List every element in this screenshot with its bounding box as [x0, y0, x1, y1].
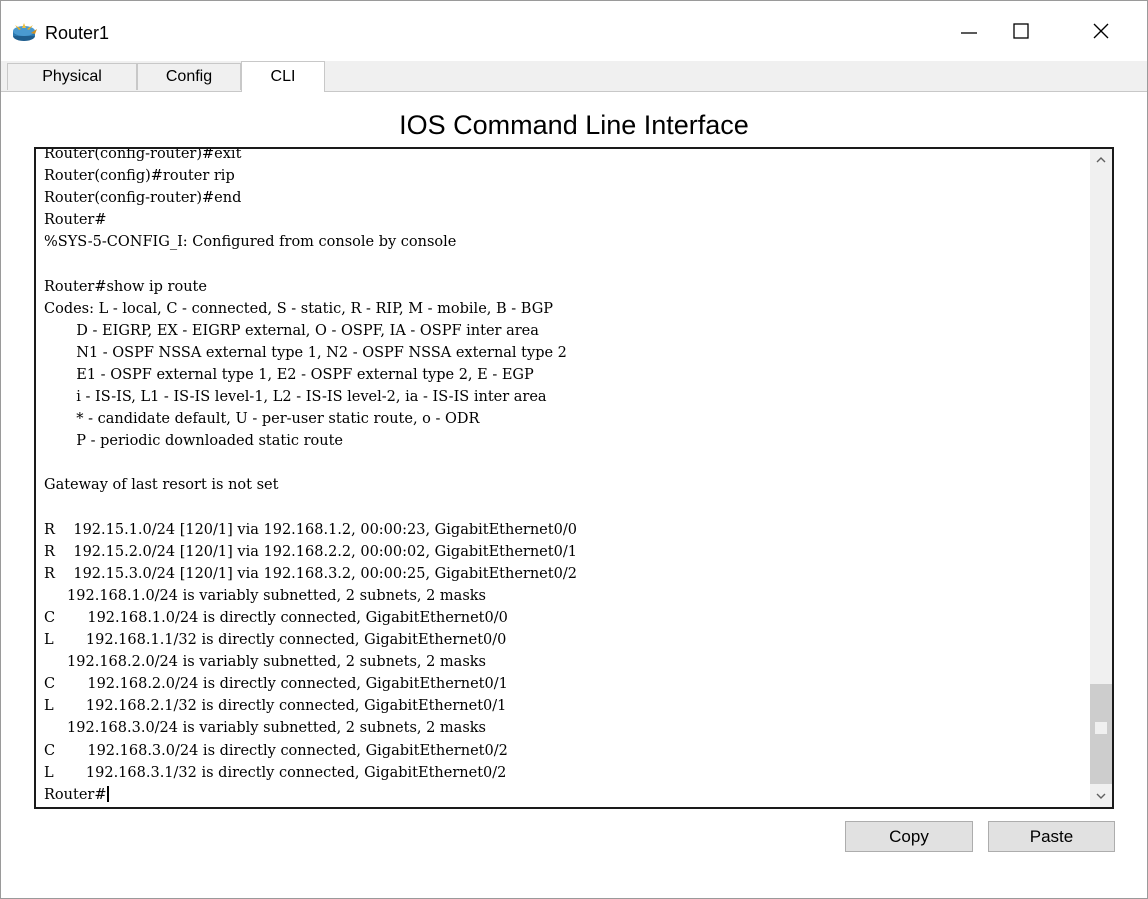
terminal-line: Router# — [44, 212, 107, 229]
scroll-thumb[interactable] — [1090, 684, 1112, 784]
maximize-icon — [1013, 23, 1029, 39]
scroll-down-button[interactable] — [1090, 785, 1112, 807]
router-icon — [11, 21, 39, 45]
tab-bar: Physical Config CLI — [1, 61, 1147, 92]
text-cursor — [107, 785, 109, 802]
terminal-line: Router(config-router)#exit — [44, 147, 242, 162]
copy-button[interactable]: Copy — [845, 821, 973, 852]
terminal-line: C 192.168.1.0/24 is directly connected, … — [44, 609, 508, 626]
terminal-line: R 192.15.1.0/24 [120/1] via 192.168.1.2,… — [44, 521, 577, 538]
paste-button[interactable]: Paste — [988, 821, 1115, 852]
terminal-line: i - IS-IS, L1 - IS-IS level-1, L2 - IS-I… — [44, 389, 547, 406]
terminal-line: R 192.15.3.0/24 [120/1] via 192.168.3.2,… — [44, 565, 577, 582]
terminal-line: 192.168.1.0/24 is variably subnetted, 2 … — [44, 587, 486, 604]
router-window: Router1 Physical Config CLI IOS Command … — [0, 0, 1148, 899]
scroll-up-button[interactable] — [1090, 149, 1112, 171]
terminal-line: L 192.168.1.1/32 is directly connected, … — [44, 632, 507, 649]
chevron-down-icon — [1096, 793, 1106, 799]
terminal-line: Gateway of last resort is not set — [44, 477, 279, 494]
maximize-button[interactable] — [995, 1, 1047, 61]
terminal-line: * - candidate default, U - per-user stat… — [44, 411, 480, 428]
terminal-line: %SYS-5-CONFIG_I: Configured from console… — [44, 234, 457, 251]
chevron-up-icon — [1096, 157, 1106, 163]
terminal-line: 192.168.3.0/24 is variably subnetted, 2 … — [44, 720, 486, 737]
minimize-icon — [961, 32, 977, 34]
tab-cli[interactable]: CLI — [241, 61, 325, 92]
title-bar[interactable]: Router1 — [1, 1, 1147, 61]
terminal-line: Router(config)#router rip — [44, 168, 235, 185]
scroll-thumb-grip — [1095, 722, 1107, 734]
terminal-line: E1 - OSPF external type 1, E2 - OSPF ext… — [44, 366, 534, 383]
terminal-line: N1 - OSPF NSSA external type 1, N2 - OSP… — [44, 344, 567, 361]
terminal-scrollbar[interactable] — [1090, 149, 1112, 807]
close-button[interactable] — [1075, 1, 1127, 61]
cli-panel: IOS Command Line Interface Router(config… — [1, 92, 1147, 898]
terminal-line: R 192.15.2.0/24 [120/1] via 192.168.2.2,… — [44, 543, 577, 560]
tab-config[interactable]: Config — [137, 63, 241, 90]
terminal-line: Router#show ip route — [44, 278, 207, 295]
cli-terminal[interactable]: Router(config-router)#exit Router(config)… — [34, 147, 1114, 809]
terminal-line: Router(config-router)#end — [44, 190, 242, 207]
close-icon — [1093, 23, 1109, 39]
terminal-prompt-line[interactable]: Router# — [44, 784, 1084, 806]
panel-title: IOS Command Line Interface — [399, 110, 749, 140]
terminal-line: L 192.168.2.1/32 is directly connected, … — [44, 698, 507, 715]
terminal-line: P - periodic downloaded static route — [44, 433, 343, 450]
tab-physical[interactable]: Physical — [7, 63, 137, 90]
terminal-prompt: Router# — [44, 786, 107, 803]
terminal-line: C 192.168.3.0/24 is directly connected, … — [44, 742, 508, 759]
window-title: Router1 — [45, 23, 110, 43]
terminal-line: D - EIGRP, EX - EIGRP external, O - OSPF… — [44, 322, 539, 339]
minimize-button[interactable] — [943, 1, 995, 61]
terminal-line: L 192.168.3.1/32 is directly connected, … — [44, 764, 507, 781]
terminal-output[interactable]: Router(config-router)#exit Router(config)… — [44, 147, 1084, 806]
terminal-line: C 192.168.2.0/24 is directly connected, … — [44, 676, 508, 693]
terminal-line: 192.168.2.0/24 is variably subnetted, 2 … — [44, 654, 486, 671]
terminal-line: Codes: L - local, C - connected, S - sta… — [44, 300, 554, 317]
